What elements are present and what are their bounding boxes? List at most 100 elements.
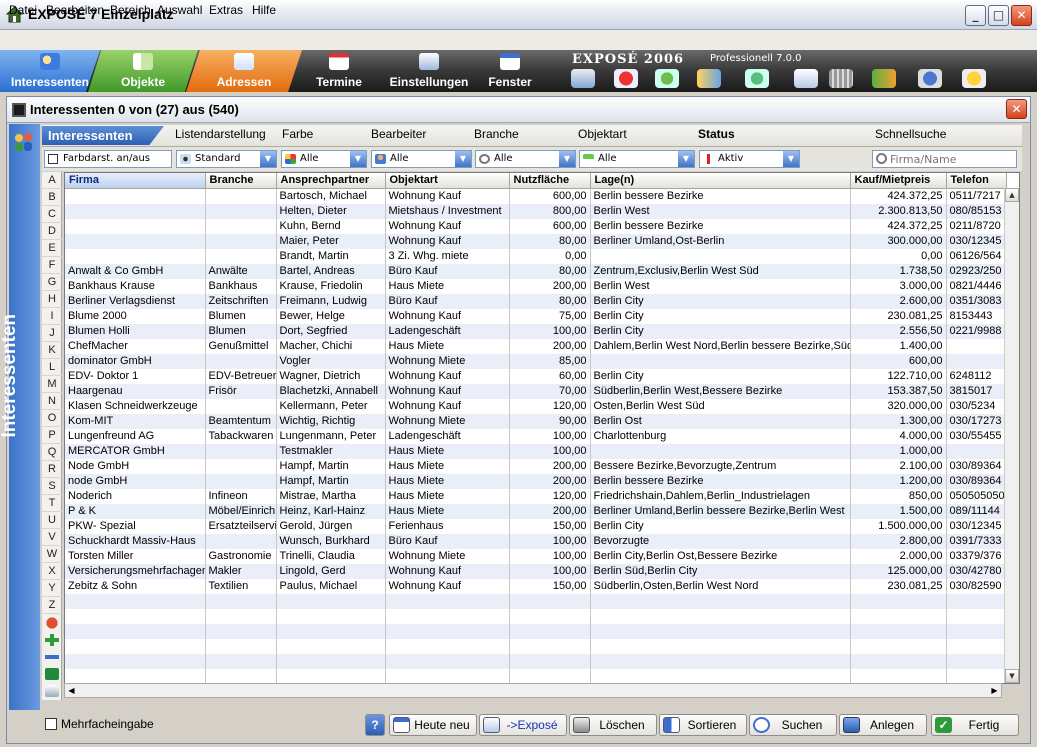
table-row[interactable]: Berliner Verlagsdienst Zeitschriften Freim… [65,293,1007,309]
schnellsuche-input[interactable] [872,150,1017,168]
column-header-6[interactable]: Kauf/Mietpreis [850,173,947,189]
expose-button[interactable]: ->Exposé [479,714,567,736]
farbe-select[interactable]: Alle ▼ [281,150,367,168]
alpha-q-button[interactable]: Q [42,444,62,461]
menu-hilfe[interactable]: Hilfe [252,3,276,17]
plus-icon[interactable] [45,634,59,646]
horizontal-scrollbar[interactable]: ◀ ▶ [64,683,1002,698]
record-red-icon[interactable] [45,617,59,629]
alpha-t-button[interactable]: T [42,495,62,512]
vertical-scrollbar[interactable]: ▲ ▼ [1004,188,1019,683]
status-select[interactable]: Aktiv ▼ [699,150,800,168]
table-row[interactable]: Versicherungsmehrfachagen Makler Lingold, … [65,563,1007,579]
table-row[interactable]: Noderich Infineon Mistrae, Martha Haus Miet… [65,488,1007,504]
table-row[interactable]: Brandt, Martin 3 Zi. Whg. miete 0,00 0,00 06… [65,248,1007,264]
table-row[interactable]: Zebitz & Sohn Textilien Paulus, Michael Woh… [65,578,1007,594]
maximize-button[interactable]: □ [988,5,1009,26]
alpha-s-button[interactable]: S [42,478,62,495]
nav-tab-termine[interactable]: Termine [304,50,374,92]
table-row[interactable]: MERCATOR GmbH Testmakler Haus Miete 100,00 1… [65,443,1007,459]
menu-bearbeiten[interactable]: Bearbeiten [46,3,104,17]
table-row[interactable]: Haargenau Frisör Blachetzki, Annabell Wohnu… [65,383,1007,399]
alpha-g-button[interactable]: G [42,274,62,291]
branche-select[interactable]: Alle ▼ [475,150,576,168]
table-row[interactable]: Kom-MIT Beamtentum Wichtig, Richtig Wohnung… [65,413,1007,429]
listendarstellung-select[interactable]: Standard ▼ [176,150,277,168]
tips-icon[interactable] [962,69,986,88]
close-window-button[interactable]: ✕ [1011,5,1032,26]
heute-neu-button[interactable]: Heute neu [389,714,477,736]
info-icon[interactable] [918,69,942,88]
alpha-n-button[interactable]: N [42,393,62,410]
fertig-button[interactable]: ✓ Fertig [931,714,1019,736]
column-header-1[interactable]: Branche [205,173,277,189]
search-person-icon[interactable] [745,69,769,88]
menu-auswahl[interactable]: Auswahl [157,3,202,17]
column-header-7[interactable]: Telefon [946,173,1007,189]
farbdarst-toggle[interactable]: Farbdarst. an/aus [44,150,172,168]
scroll-left-arrow-icon[interactable]: ◀ [65,684,78,697]
alpha-w-button[interactable]: W [42,546,62,563]
alpha-j-button[interactable]: J [42,325,62,342]
table-row[interactable]: P & K Möbel/Einrich Heinz, Karl-Hainz Haus … [65,503,1007,519]
alpha-u-button[interactable]: U [42,512,62,529]
menu-bereich[interactable]: Bereich [110,3,151,17]
nav-tab-einstellungen[interactable]: Einstellungen [383,50,475,92]
address-card-icon[interactable] [794,69,818,88]
nav-tab-objekte[interactable]: Objekte [88,50,198,92]
sortieren-button[interactable]: Sortieren [659,714,747,736]
alpha-o-button[interactable]: O [42,410,62,427]
mehrfacheingabe-checkbox[interactable] [45,718,57,730]
refresh-icon[interactable] [614,69,638,88]
column-header-4[interactable]: Nutzfläche [509,173,591,189]
table-row[interactable]: node GmbH Hampf, Martin Haus Miete 200,00 Be… [65,473,1007,489]
alpha-z-button[interactable]: Z [42,597,62,614]
table-row[interactable]: Bankhaus Krause Bankhaus Krause, Friedolin… [65,278,1007,294]
excel-icon[interactable] [45,668,59,680]
table-row[interactable]: PKW- Spezial Ersatzteilservic Gerold, Jürg… [65,518,1007,534]
close-inner-button[interactable]: ✕ [1006,99,1027,119]
minus-icon[interactable] [45,651,59,663]
alpha-y-button[interactable]: Y [42,580,62,597]
alpha-r-button[interactable]: R [42,461,62,478]
add-person-icon[interactable] [655,69,679,88]
calculator-icon[interactable] [829,69,853,88]
table-row[interactable]: ChefMacher Genußmittel Macher, Chichi Haus … [65,338,1007,354]
table-row[interactable]: Helten, Dieter Mietshaus / Investment 800,… [65,203,1007,219]
alpha-x-button[interactable]: X [42,563,62,580]
column-header-5[interactable]: Lage(n) [590,173,851,189]
suchen-button[interactable]: Suchen [749,714,837,736]
bearbeiter-select[interactable]: Alle ▼ [371,150,472,168]
table-row[interactable]: Blume 2000 Blumen Bewer, Helge Wohnung Kauf… [65,308,1007,324]
alpha-b-button[interactable]: B [42,189,62,206]
table-row[interactable]: Torsten Miller Gastronomie Trinelli, Claud… [65,548,1007,564]
scroll-down-arrow-icon[interactable]: ▼ [1005,669,1019,683]
menu-datei[interactable]: Datei [9,3,37,17]
nav-tab-fenster[interactable]: Fenster [484,50,536,92]
table-row[interactable]: Anwalt & Co GmbH Anwälte Bartel, Andreas Bü… [65,263,1007,279]
loeschen-button[interactable]: Löschen [569,714,657,736]
alpha-v-button[interactable]: V [42,529,62,546]
column-header-3[interactable]: Objektart [385,173,510,189]
table-row[interactable]: Bartosch, Michael Wohnung Kauf 600,00 Berli… [65,188,1007,204]
table-row[interactable]: EDV- Doktor 1 EDV-Betreuer Wagner, Dietric… [65,368,1007,384]
alpha-k-button[interactable]: K [42,342,62,359]
alpha-h-button[interactable]: H [42,291,62,308]
column-header-0[interactable]: Firma [65,173,206,189]
alpha-d-button[interactable]: D [42,223,62,240]
table-row[interactable]: Lungenfreund AG Tabackwaren Lungenmann, Pe… [65,428,1007,444]
table-row[interactable]: Node GmbH Hampf, Martin Haus Miete 200,00 Be… [65,458,1007,474]
alpha-a-button[interactable]: A [42,172,62,189]
anlegen-button[interactable]: Anlegen [839,714,927,736]
menu-extras[interactable]: Extras [209,3,243,17]
column-header-2[interactable]: Ansprechpartner [276,173,386,189]
alpha-e-button[interactable]: E [42,240,62,257]
farbdarst-checkbox[interactable] [48,154,58,164]
table-row[interactable]: dominator GmbH Vogler Wohnung Miete 85,00 60… [65,353,1007,369]
table-row[interactable]: Maier, Peter Wohnung Kauf 80,00 Berliner Um… [65,233,1007,249]
scroll-up-arrow-icon[interactable]: ▲ [1005,188,1019,202]
table-row[interactable]: Klasen Schneidwerkzeuge Kellermann, Peter… [65,398,1007,414]
table-row[interactable]: Kuhn, Bernd Wohnung Kauf 600,00 Berlin bess… [65,218,1007,234]
objektart-select[interactable]: Alle ▼ [579,150,695,168]
alpha-m-button[interactable]: M [42,376,62,393]
